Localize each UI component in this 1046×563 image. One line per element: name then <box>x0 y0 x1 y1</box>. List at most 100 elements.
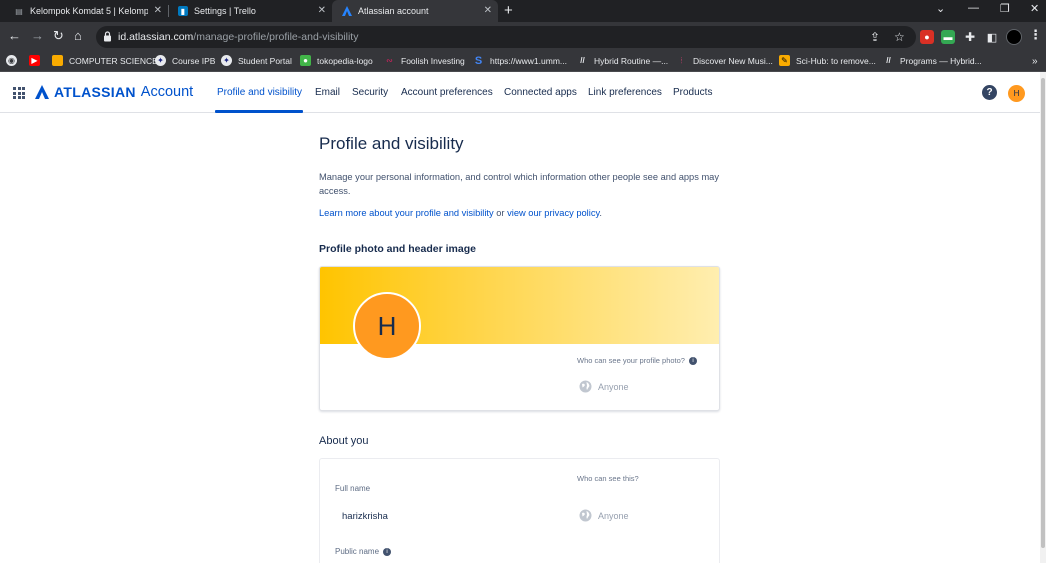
atlassian-logo[interactable]: ATLASSIAN Account <box>35 84 193 100</box>
browser-tab-strip: ▤ Kelompok Komdat 5 | Kelompok ✕ ▮ Setti… <box>0 0 1046 22</box>
new-tab-button[interactable]: + <box>504 2 513 19</box>
tab-title: Atlassian account <box>358 6 429 16</box>
full-name-visibility-selector[interactable]: Anyone <box>579 509 629 522</box>
folder-icon <box>52 55 63 66</box>
extension-icon[interactable]: ▬ <box>941 30 955 44</box>
learn-or-text: or <box>493 208 508 218</box>
profile-photo-heading: Profile photo and header image <box>319 243 476 255</box>
globe-icon <box>579 509 592 522</box>
music-wave-icon: ⦙ <box>680 55 683 65</box>
bookmark-tokopedia[interactable]: ● tokopedia-logo <box>300 55 373 66</box>
bookmark-discover-music[interactable]: ⦙ Discover New Musi... <box>676 55 773 66</box>
privacy-policy-link[interactable]: view our privacy policy <box>507 208 599 218</box>
nav-email[interactable]: Email <box>315 87 340 98</box>
browser-toolbar: ← → ↻ ⌂ id.atlassian.com/manage-profile/… <box>0 22 1046 52</box>
about-visibility-label: Who can see this? <box>577 474 639 483</box>
hybrid-icon: // <box>580 56 585 65</box>
back-arrow-icon[interactable]: ← <box>8 29 21 43</box>
tab-title: Settings | Trello <box>194 6 256 16</box>
browser-tab-atlassian[interactable]: Atlassian account ✕ <box>332 0 498 22</box>
nav-link-preferences[interactable]: Link preferences <box>588 87 662 98</box>
page-title: Profile and visibility <box>319 134 464 153</box>
close-icon[interactable]: ✕ <box>318 5 326 16</box>
bookmark-star-icon[interactable]: ☆ <box>894 30 905 44</box>
hybrid-icon: // <box>886 56 891 65</box>
s-icon: S <box>474 54 483 67</box>
extension-icon[interactable]: ● <box>920 30 934 44</box>
photo-visibility-label: Who can see your profile photo? i <box>577 356 697 366</box>
info-icon[interactable]: i <box>688 357 697 366</box>
bookmark-hybrid-routine[interactable]: //Hybrid Routine —... <box>577 55 668 66</box>
trello-icon: ▮ <box>178 6 188 16</box>
home-icon[interactable]: ⌂ <box>74 29 82 43</box>
browser-menu-icon[interactable]: ⋮ <box>1029 27 1042 43</box>
bookmark-course-ipb[interactable]: ✦ Course IPB <box>155 55 215 66</box>
learn-more-link[interactable]: Learn more about your profile and visibi… <box>319 208 494 218</box>
full-name-label: Full name <box>335 484 371 493</box>
reload-icon[interactable]: ↻ <box>53 29 64 43</box>
nav-products[interactable]: Products <box>673 87 712 98</box>
url-path: /manage-profile/profile-and-visibility <box>193 31 359 43</box>
minimize-icon[interactable]: — <box>968 2 979 14</box>
fool-icon: ∾ <box>386 56 393 65</box>
browser-profile-avatar[interactable] <box>1006 29 1022 45</box>
user-avatar[interactable]: H <box>1008 85 1025 102</box>
bookmark-computer-science[interactable]: COMPUTER SCIENCE <box>52 55 158 66</box>
bookmark-sci-hub[interactable]: ✎ Sci-Hub: to remove... <box>779 55 876 66</box>
atlassian-icon <box>342 6 352 16</box>
close-icon[interactable]: ✕ <box>484 5 492 16</box>
sci-hub-icon: ✎ <box>779 55 790 66</box>
learn-more-line: Learn more about your profile and visibi… <box>319 208 602 218</box>
youtube-icon[interactable]: ▶ <box>29 55 46 66</box>
page-intro: Manage your personal information, and co… <box>319 172 720 196</box>
atlassian-icon <box>35 85 49 99</box>
info-icon[interactable]: i <box>383 547 392 556</box>
brand-sub: Account <box>140 84 194 100</box>
share-icon[interactable]: ⇪ <box>870 30 880 44</box>
full-name-visibility-value: Anyone <box>598 510 629 521</box>
tab-search-icon[interactable]: ⌄ <box>936 2 945 15</box>
bookmark-foolish-investing[interactable]: ∾ Foolish Investing <box>384 55 465 66</box>
restore-icon[interactable]: ❐ <box>1000 2 1010 15</box>
url-text: id.atlassian.com/manage-profile/profile-… <box>118 31 358 43</box>
photo-visibility-selector[interactable]: Anyone <box>579 380 629 393</box>
window-close-icon[interactable]: ✕ <box>1030 2 1039 15</box>
nav-connected-apps[interactable]: Connected apps <box>504 87 577 98</box>
scrollbar-thumb[interactable] <box>1041 78 1045 548</box>
tab-title: Kelompok Komdat 5 | Kelompok <box>30 6 148 16</box>
address-bar[interactable]: id.atlassian.com/manage-profile/profile-… <box>96 26 916 48</box>
close-icon[interactable]: ✕ <box>154 5 162 16</box>
side-panel-icon[interactable]: ◧ <box>985 30 999 44</box>
full-name-field[interactable]: harizkrisha <box>342 511 388 522</box>
brand-name: ATLASSIAN <box>54 84 136 100</box>
globe-icon <box>579 380 592 393</box>
learn-end-text: . <box>599 208 603 218</box>
document-icon: ▤ <box>15 6 23 16</box>
chrome-apps-icon[interactable]: ◉ <box>6 55 23 66</box>
bookmark-student-portal[interactable]: ✦ Student Portal <box>221 55 292 66</box>
help-icon[interactable]: ? <box>982 85 997 100</box>
ipb-icon: ✦ <box>221 55 232 66</box>
about-you-heading: About you <box>319 435 369 447</box>
ipb-icon: ✦ <box>155 55 166 66</box>
browser-tab-komdat[interactable]: ▤ Kelompok Komdat 5 | Kelompok ✕ <box>4 0 168 22</box>
bookmark-umm[interactable]: Shttps://www1.umm... <box>473 54 567 67</box>
nav-security[interactable]: Security <box>352 87 388 98</box>
photo-visibility-value: Anyone <box>598 381 629 392</box>
lock-icon <box>104 31 111 42</box>
profile-photo-avatar[interactable]: H <box>353 292 421 360</box>
nav-account-preferences[interactable]: Account preferences <box>401 87 493 98</box>
nav-profile-and-visibility[interactable]: Profile and visibility <box>217 87 302 98</box>
url-host: id.atlassian.com <box>118 31 194 43</box>
app-switcher-icon[interactable] <box>13 87 25 99</box>
active-tab-indicator <box>215 110 303 113</box>
app-header: ATLASSIAN Account Profile and visibility… <box>0 72 1046 113</box>
public-name-label: Public name i <box>335 547 392 556</box>
forward-arrow-icon[interactable]: → <box>31 29 44 43</box>
tokopedia-icon: ● <box>300 55 311 66</box>
browser-tab-trello[interactable]: ▮ Settings | Trello ✕ <box>168 0 332 22</box>
page-scrollbar[interactable] <box>1040 72 1046 563</box>
bookmark-programs-hybrid[interactable]: //Programs — Hybrid... <box>883 55 981 66</box>
more-bookmarks-icon[interactable]: » <box>1032 56 1038 67</box>
extensions-puzzle-icon[interactable]: ✚ <box>963 30 977 44</box>
